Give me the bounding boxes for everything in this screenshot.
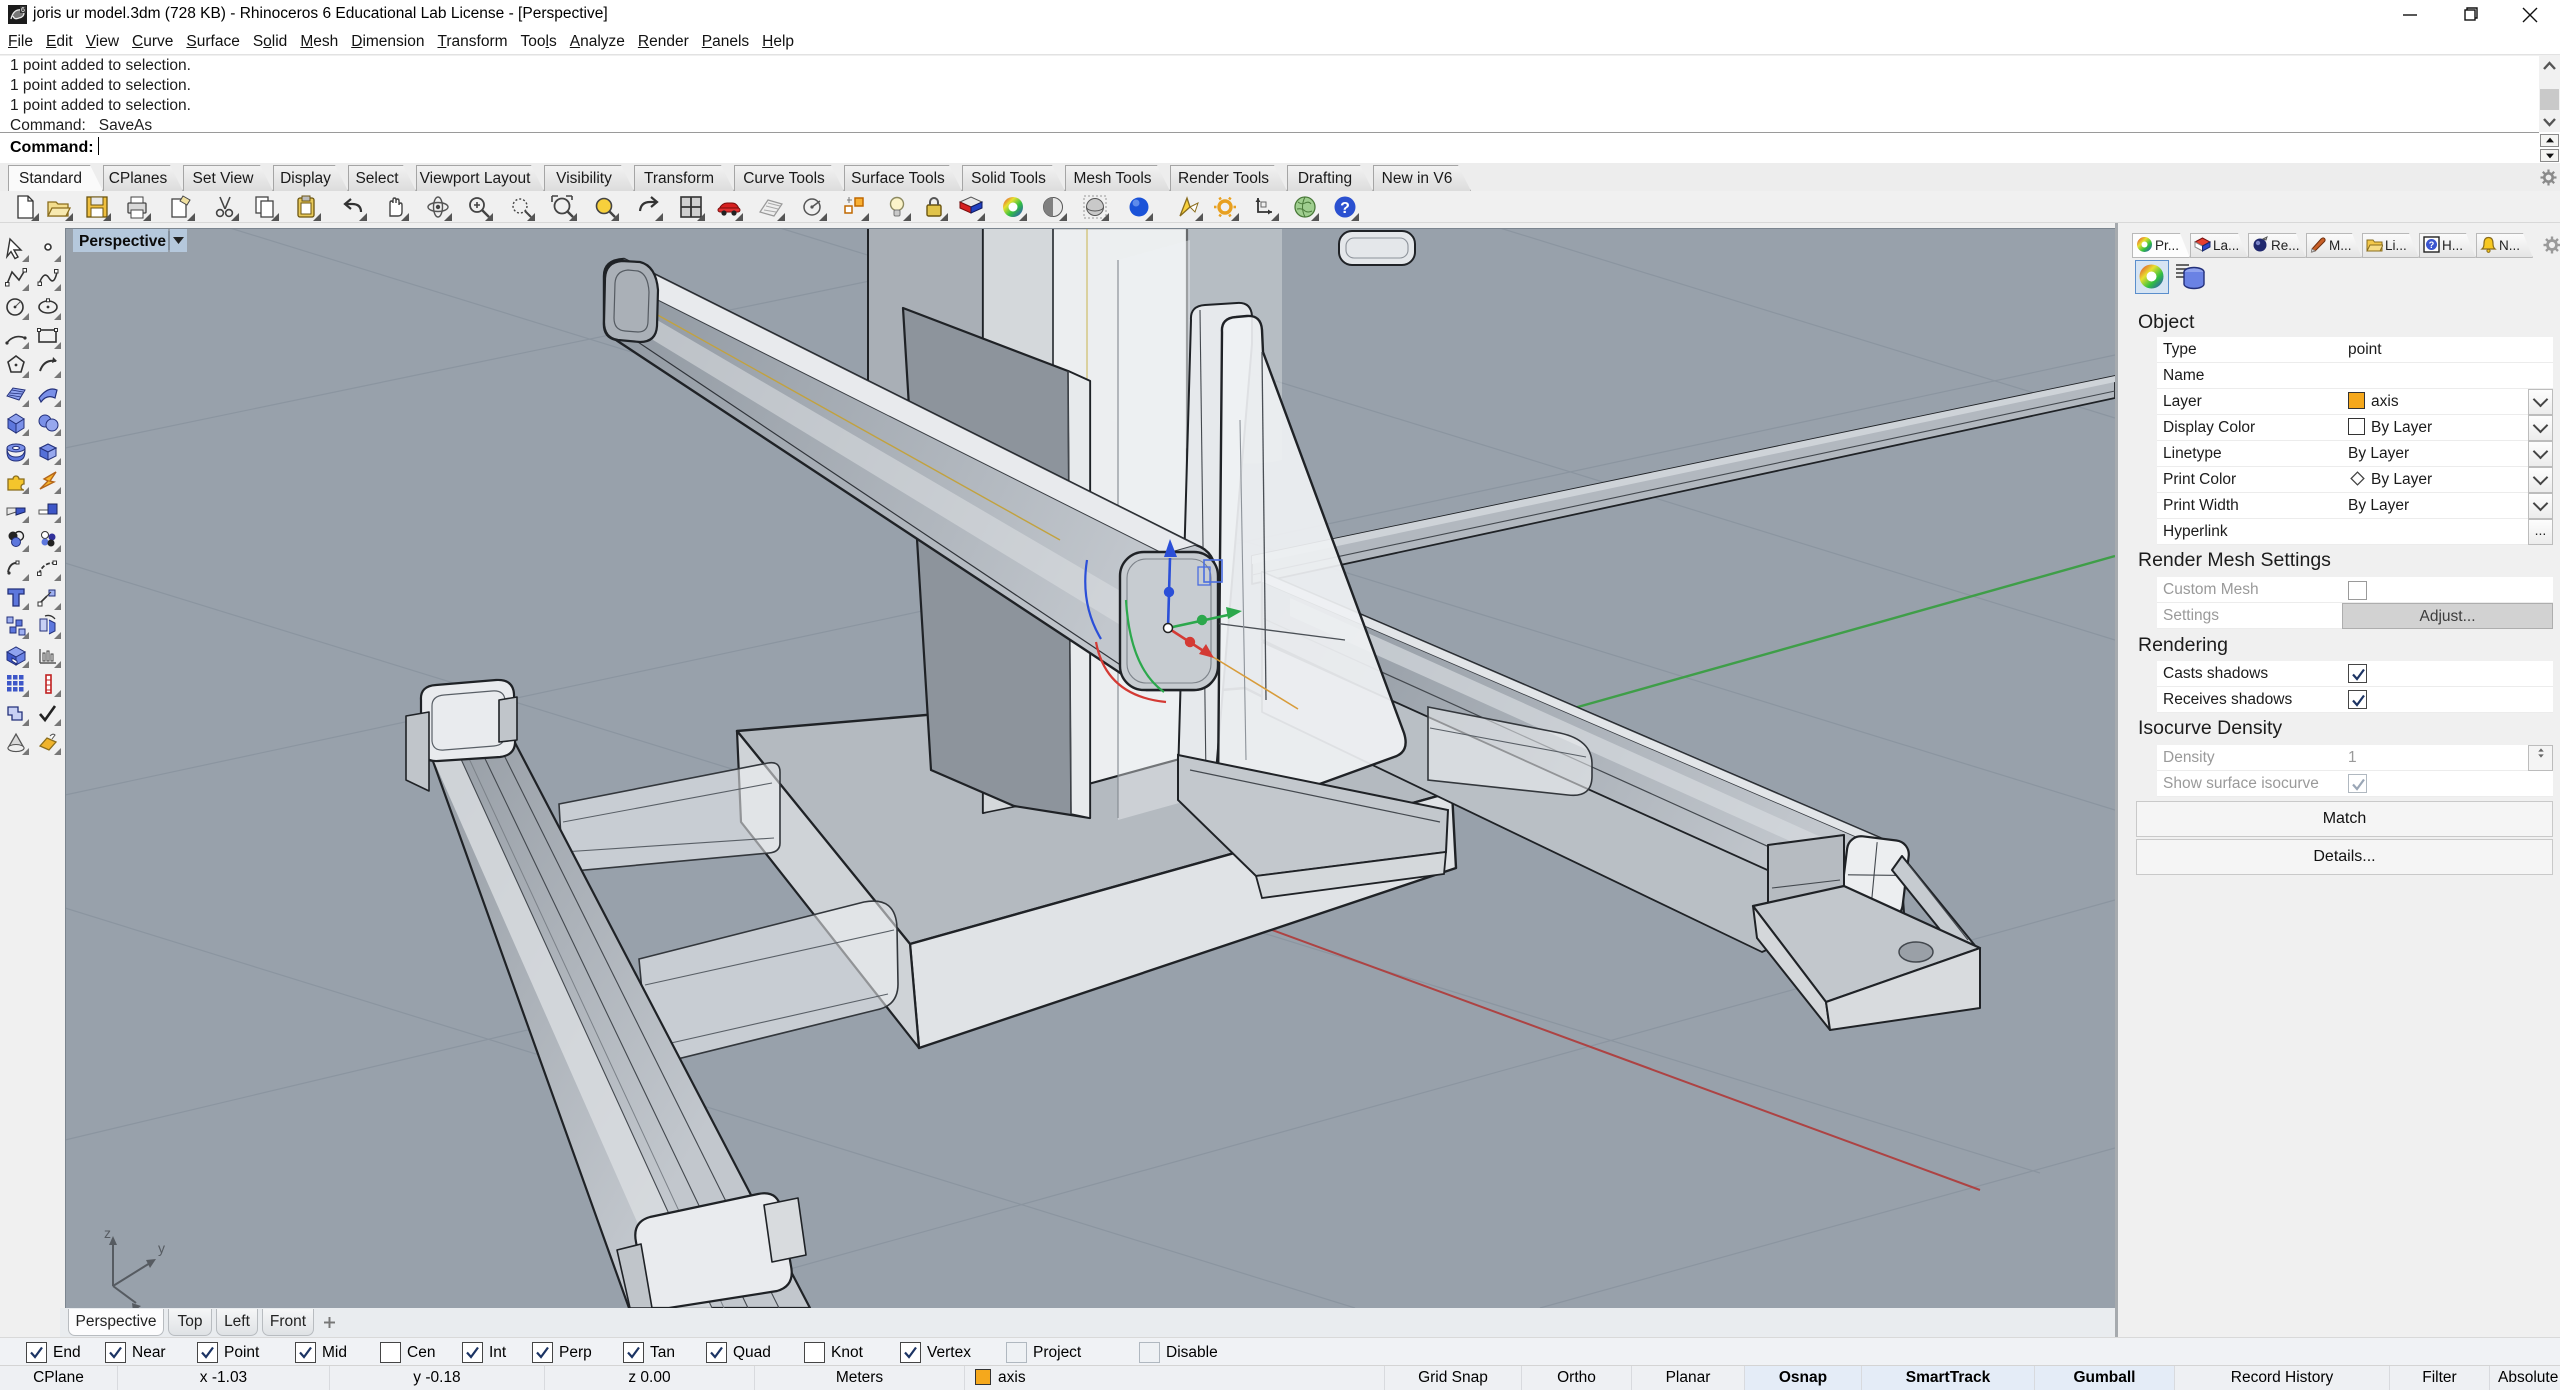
svg-text:6: 6 [21,7,25,14]
svg-text:Perspective: Perspective [79,233,166,250]
svg-text:y: y [158,1240,165,1256]
svg-text:?: ? [1340,200,1350,217]
svg-text:z: z [104,1225,111,1241]
svg-text:?: ? [2429,240,2435,250]
